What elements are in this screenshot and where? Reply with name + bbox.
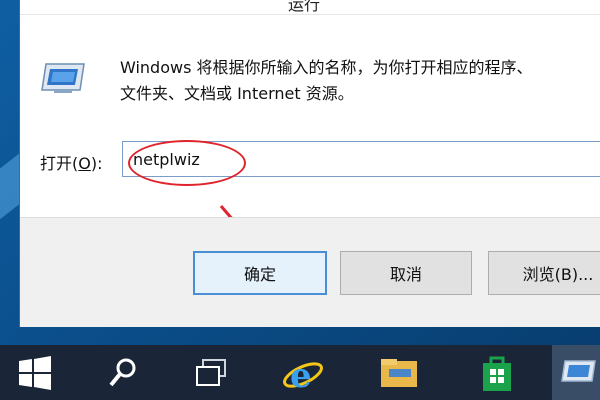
cancel-button[interactable]: 取消 bbox=[340, 251, 472, 295]
description-line-1: Windows 将根据你所输入的名称，为你打开相应的程序、 bbox=[120, 58, 533, 77]
open-label-accesskey: O bbox=[78, 154, 91, 173]
task-view-icon bbox=[196, 358, 226, 386]
open-command-input[interactable] bbox=[122, 141, 600, 177]
start-button[interactable] bbox=[8, 345, 62, 400]
dialog-description: Windows 将根据你所输入的名称，为你打开相应的程序、 文件夹、文档或 In… bbox=[120, 55, 600, 107]
open-label-prefix: 打开( bbox=[40, 154, 79, 173]
browse-button[interactable]: 浏览(B)... bbox=[488, 251, 600, 295]
run-dialog: 运行 Windows 将根据你所输入的名称，为你打开相应的程序、 文件夹、文档或… bbox=[20, 0, 600, 327]
search-button[interactable] bbox=[96, 345, 150, 400]
ie-icon: e bbox=[283, 356, 323, 395]
description-line-2: 文件夹、文档或 Internet 资源。 bbox=[120, 84, 354, 103]
run-app-icon bbox=[561, 359, 596, 382]
file-explorer-icon bbox=[381, 358, 417, 387]
store-icon bbox=[483, 356, 511, 391]
dialog-title: 运行 bbox=[288, 0, 321, 14]
run-app-button[interactable] bbox=[552, 345, 600, 400]
dialog-button-strip: 确定 取消 浏览(B)... bbox=[20, 217, 600, 327]
svg-text:e: e bbox=[290, 356, 312, 395]
open-label-suffix: ): bbox=[90, 154, 103, 173]
taskbar: e bbox=[0, 345, 600, 400]
task-view-button[interactable] bbox=[184, 345, 238, 400]
start-icon bbox=[19, 355, 51, 390]
run-program-icon bbox=[41, 63, 85, 93]
ok-button[interactable]: 确定 bbox=[193, 251, 327, 295]
open-field-label: 打开(O): bbox=[40, 150, 102, 174]
internet-explorer-button[interactable]: e bbox=[276, 345, 330, 400]
dialog-titlebar[interactable]: 运行 bbox=[20, 0, 600, 15]
file-explorer-button[interactable] bbox=[372, 345, 426, 400]
search-icon bbox=[109, 358, 136, 386]
store-button[interactable] bbox=[470, 345, 524, 400]
